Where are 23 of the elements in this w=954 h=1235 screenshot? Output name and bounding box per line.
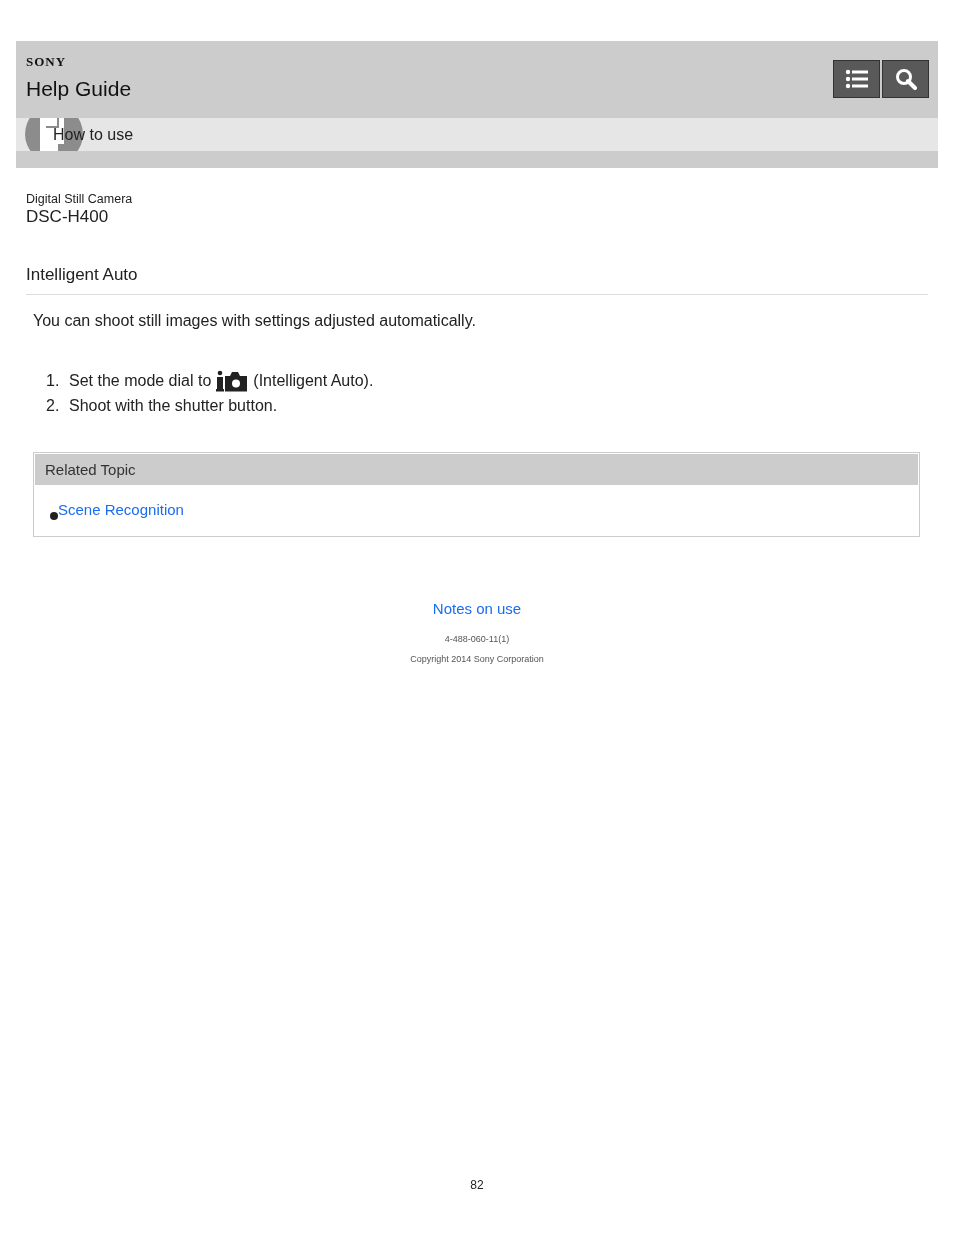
document-code: 4-488-060-11(1) (444, 634, 510, 644)
notes-link[interactable]: Notes on use (432, 600, 522, 617)
step-text: Shoot with the shutter button. (69, 397, 278, 415)
menu-button[interactable] (833, 60, 880, 98)
page-number: 82 (469, 1178, 485, 1192)
step-text: Set the mode dial to (69, 372, 212, 390)
step-text: (Intelligent Auto). (253, 372, 374, 390)
page-title: Intelligent Auto (26, 265, 928, 295)
brand-logo: SONY (26, 55, 68, 69)
menu-icon (844, 69, 869, 89)
related-heading: Related Topic (35, 454, 918, 485)
intelligent-auto-icon (216, 370, 249, 392)
related-link[interactable]: Scene Recognition (58, 501, 184, 518)
intro-text: You can shoot still images with settings adjusted automatically. (33, 312, 477, 330)
search-icon (894, 68, 917, 90)
search-button[interactable] (882, 60, 929, 98)
product-model: DSC-H400 (26, 207, 110, 227)
step-number: 1. (46, 372, 61, 390)
product-category: Digital Still Camera (26, 192, 134, 206)
site-title: Help Guide (26, 77, 132, 101)
step-number: 2. (46, 397, 61, 415)
copyright-text: Copyright 2014 Sony Corporation (410, 654, 544, 664)
bullet-icon (50, 512, 58, 520)
